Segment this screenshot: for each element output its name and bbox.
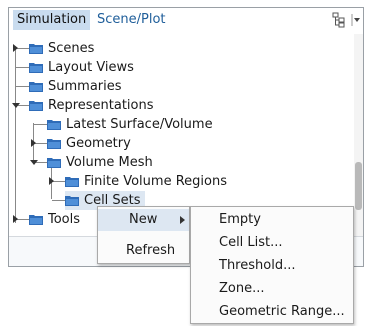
- folder-icon: [29, 63, 43, 73]
- folder-icon: [29, 101, 43, 111]
- submenu-item-zone[interactable]: Zone...: [219, 278, 265, 300]
- tree-item-label: Volume Mesh: [66, 155, 153, 170]
- scrollbar-thumb[interactable]: [355, 162, 362, 210]
- submenu-item-geometric-range[interactable]: Geometric Range...: [219, 301, 345, 323]
- tab-scene-plot[interactable]: Scene/Plot: [93, 10, 170, 30]
- tree-view-icon[interactable]: [332, 12, 346, 28]
- folder-icon: [65, 177, 79, 187]
- menu-item-new[interactable]: New: [129, 209, 157, 231]
- tree-item-label: Layout Views: [48, 60, 134, 75]
- folder-icon: [29, 82, 43, 92]
- folder-icon: [29, 215, 43, 225]
- folder-icon: [65, 196, 79, 206]
- folder-icon: [47, 120, 61, 130]
- tree-connector: [15, 48, 16, 223]
- tree-item-label: Scenes: [48, 41, 95, 56]
- folder-icon: [47, 158, 61, 168]
- collapse-representations-icon[interactable]: [12, 103, 20, 108]
- vertical-scrollbar[interactable]: [354, 34, 363, 236]
- tree-item-label: Latest Surface/Volume: [66, 117, 213, 132]
- tree-item-label: Summaries: [48, 79, 122, 94]
- tab-bar: Simulation Scene/Plot: [9, 8, 363, 32]
- tree-connector: [34, 143, 48, 144]
- chevron-down-icon[interactable]: [351, 14, 361, 26]
- collapse-volume-mesh-icon[interactable]: [30, 160, 38, 165]
- new-submenu: Empty Cell List... Threshold... Zone... …: [190, 206, 354, 324]
- tree-item-label: Geometry: [66, 136, 131, 151]
- context-menu: New Refresh: [97, 206, 190, 264]
- tab-simulation[interactable]: Simulation: [13, 10, 91, 30]
- submenu-item-threshold[interactable]: Threshold...: [219, 255, 295, 277]
- tree-connector: [52, 181, 66, 182]
- expand-finite-volume-regions-icon[interactable]: [49, 177, 54, 185]
- expand-tools-icon[interactable]: [13, 215, 18, 223]
- expand-scenes-icon[interactable]: [13, 44, 18, 52]
- submenu-item-cell-list[interactable]: Cell List...: [219, 232, 283, 254]
- folder-icon: [29, 44, 43, 54]
- tree-connector: [16, 67, 30, 68]
- expand-geometry-icon[interactable]: [31, 139, 36, 147]
- tree-item-label: Representations: [48, 98, 154, 113]
- tree-connector: [16, 48, 30, 49]
- tree-connector: [52, 200, 66, 201]
- tree-item-label: Finite Volume Regions: [84, 174, 227, 189]
- menu-item-refresh[interactable]: Refresh: [126, 240, 175, 262]
- tree-connector: [34, 124, 48, 125]
- tree-connector: [16, 219, 30, 220]
- folder-icon: [47, 139, 61, 149]
- tree-item-label: Tools: [48, 212, 81, 227]
- submenu-arrow-icon: [180, 216, 185, 224]
- tree-connector: [16, 86, 30, 87]
- submenu-item-empty[interactable]: Empty: [219, 209, 261, 231]
